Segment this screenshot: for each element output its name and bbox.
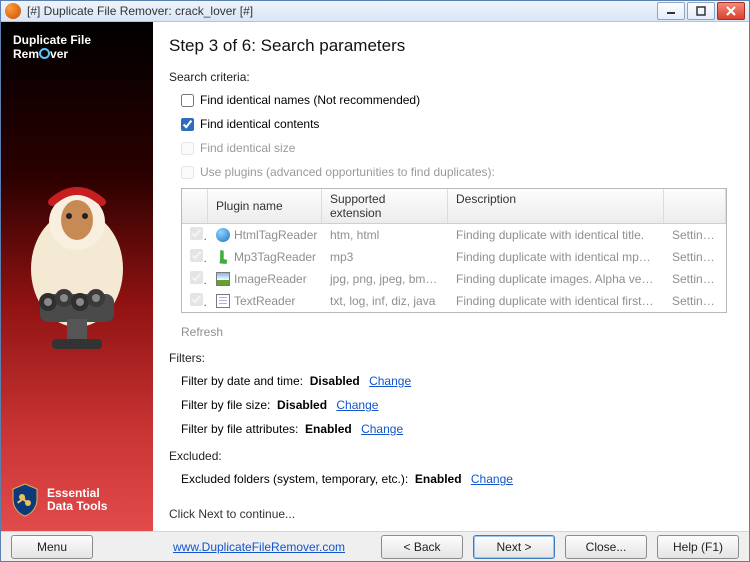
vendor-logo: Essential Data Tools: [1, 483, 153, 517]
plugin-settings-link: Settings...: [664, 270, 726, 288]
filter-attr-row: Filter by file attributes: Enabled Chang…: [181, 421, 727, 437]
mascot-image: [1, 64, 153, 483]
window-title: [#] Duplicate File Remover: crack_lover …: [27, 4, 651, 18]
next-button[interactable]: Next >: [473, 535, 555, 559]
footer: Menu www.DuplicateFileRemover.com < Back…: [1, 531, 749, 561]
filter-attr-change-link[interactable]: Change: [361, 422, 403, 436]
identical-contents-label: Find identical contents: [200, 117, 319, 131]
product-name-line1: Duplicate File: [13, 34, 141, 47]
back-button[interactable]: < Back: [381, 535, 463, 559]
plugin-table: Plugin name Supported extension Descript…: [181, 188, 727, 313]
app-window: [#] Duplicate File Remover: crack_lover …: [0, 0, 750, 562]
excluded-folders-row: Excluded folders (system, temporary, etc…: [181, 471, 727, 487]
body: Duplicate File Remver: [1, 22, 749, 531]
filter-date-change-link[interactable]: Change: [369, 374, 411, 388]
filter-attr-status: Enabled: [305, 422, 352, 436]
vendor-name: Essential Data Tools: [47, 487, 107, 512]
shield-icon: [11, 483, 39, 517]
logo-ring-icon: [39, 48, 50, 59]
excluded-folders-status: Enabled: [415, 472, 462, 486]
plugin-checkbox: [190, 271, 203, 284]
product-logo: Duplicate File Remver: [1, 26, 153, 64]
plugin-checkbox: [190, 227, 203, 240]
window-controls: [657, 2, 745, 20]
plugin-settings-link: Settings...: [664, 248, 726, 266]
use-plugins-label: Use plugins (advanced opportunities to f…: [200, 165, 495, 179]
filter-date-status: Disabled: [310, 374, 360, 388]
table-row: HtmlTagReader htm, html Finding duplicat…: [182, 224, 726, 246]
table-row: TextReader txt, log, inf, diz, java Find…: [182, 290, 726, 312]
maximize-button[interactable]: [687, 2, 715, 20]
filters-label: Filters:: [169, 351, 727, 365]
plugin-settings-link: Settings...: [664, 226, 726, 244]
plugin-checkbox: [190, 293, 203, 306]
music-note-icon: [216, 250, 230, 264]
menu-button[interactable]: Menu: [11, 535, 93, 559]
identical-names-checkbox[interactable]: [181, 94, 194, 107]
identical-size-checkbox: [181, 142, 194, 155]
site-link[interactable]: www.DuplicateFileRemover.com: [173, 540, 345, 554]
close-wizard-button[interactable]: Close...: [565, 535, 647, 559]
filter-size-status: Disabled: [277, 398, 327, 412]
option-identical-names[interactable]: Find identical names (Not recommended): [181, 92, 727, 108]
excluded-folders-change-link[interactable]: Change: [471, 472, 513, 486]
product-name-line2: Remver: [13, 47, 141, 61]
search-criteria-label: Search criteria:: [169, 70, 727, 84]
filter-size-change-link[interactable]: Change: [336, 398, 378, 412]
excluded-label: Excluded:: [169, 449, 727, 463]
identical-size-label: Find identical size: [200, 141, 295, 155]
sidebar: Duplicate File Remver: [1, 22, 153, 531]
col-description[interactable]: Description: [448, 189, 664, 223]
table-row: ImageReader jpg, png, jpeg, bmp, i... Fi…: [182, 268, 726, 290]
main-panel: Step 3 of 6: Search parameters Search cr…: [153, 22, 749, 531]
app-icon: [5, 3, 21, 19]
plugin-table-body: HtmlTagReader htm, html Finding duplicat…: [182, 224, 726, 312]
plugin-checkbox: [190, 249, 203, 262]
option-identical-size: Find identical size: [181, 140, 727, 156]
text-file-icon: [216, 294, 230, 308]
close-button[interactable]: [717, 2, 745, 20]
image-icon: [216, 272, 230, 286]
plugin-table-header: Plugin name Supported extension Descript…: [182, 189, 726, 224]
globe-icon: [216, 228, 230, 242]
minimize-button[interactable]: [657, 2, 685, 20]
col-plugin-name[interactable]: Plugin name: [208, 189, 322, 223]
plugin-settings-link: Settings...: [664, 292, 726, 310]
continue-hint: Click Next to continue...: [169, 495, 727, 521]
filter-size-row: Filter by file size: Disabled Change: [181, 397, 727, 413]
use-plugins-checkbox: [181, 166, 194, 179]
identical-names-label: Find identical names (Not recommended): [200, 93, 420, 107]
titlebar: [#] Duplicate File Remover: crack_lover …: [1, 1, 749, 22]
col-supported-ext[interactable]: Supported extension: [322, 189, 448, 223]
filter-date-row: Filter by date and time: Disabled Change: [181, 373, 727, 389]
help-button[interactable]: Help (F1): [657, 535, 739, 559]
option-identical-contents[interactable]: Find identical contents: [181, 116, 727, 132]
refresh-link: Refresh: [181, 321, 727, 339]
identical-contents-checkbox[interactable]: [181, 118, 194, 131]
step-heading: Step 3 of 6: Search parameters: [169, 36, 727, 56]
option-use-plugins: Use plugins (advanced opportunities to f…: [181, 164, 727, 180]
table-row: Mp3TagReader mp3 Finding duplicate with …: [182, 246, 726, 268]
